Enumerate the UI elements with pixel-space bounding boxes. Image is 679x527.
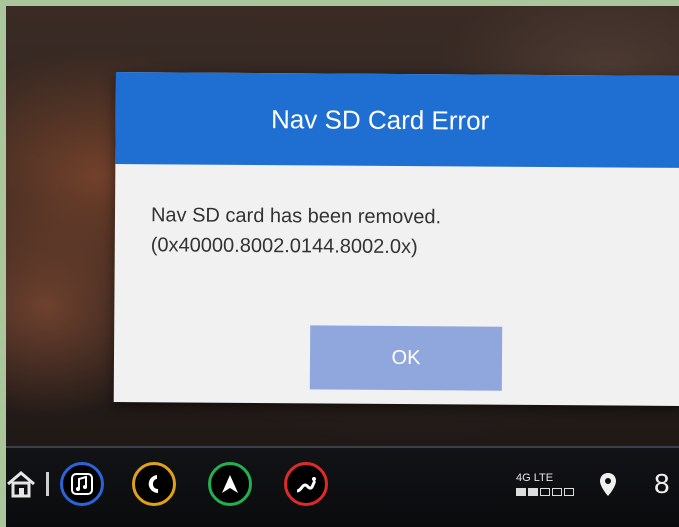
network-label: 4G LTE	[516, 472, 554, 484]
music-icon[interactable]	[60, 462, 104, 506]
message-line-2: (0x40000.8002.0144.8002.0x)	[150, 234, 418, 259]
dialog-message: Nav SD card has been removed. (0x40000.8…	[151, 200, 631, 263]
phone-icon[interactable]	[132, 462, 176, 506]
car-display-photo: Nav SD Card Error Nav SD card has been r…	[6, 6, 679, 527]
home-icon[interactable]	[6, 470, 36, 502]
signal-strength-icon	[516, 488, 576, 498]
clock-partial: 8	[654, 468, 670, 499]
error-dialog: Nav SD Card Error Nav SD card has been r…	[113, 72, 679, 406]
divider	[46, 472, 49, 496]
bottom-nav-bar: 4G LTE 8	[6, 446, 679, 527]
dialog-header: Nav SD Card Error	[115, 72, 679, 168]
apps-icon[interactable]	[284, 462, 328, 506]
location-pin-icon[interactable]	[598, 472, 618, 502]
ok-button[interactable]: OK	[309, 325, 503, 391]
navigation-icon[interactable]	[208, 462, 252, 506]
dialog-title: Nav SD Card Error	[270, 103, 490, 136]
message-line-1: Nav SD card has been removed.	[150, 204, 442, 229]
